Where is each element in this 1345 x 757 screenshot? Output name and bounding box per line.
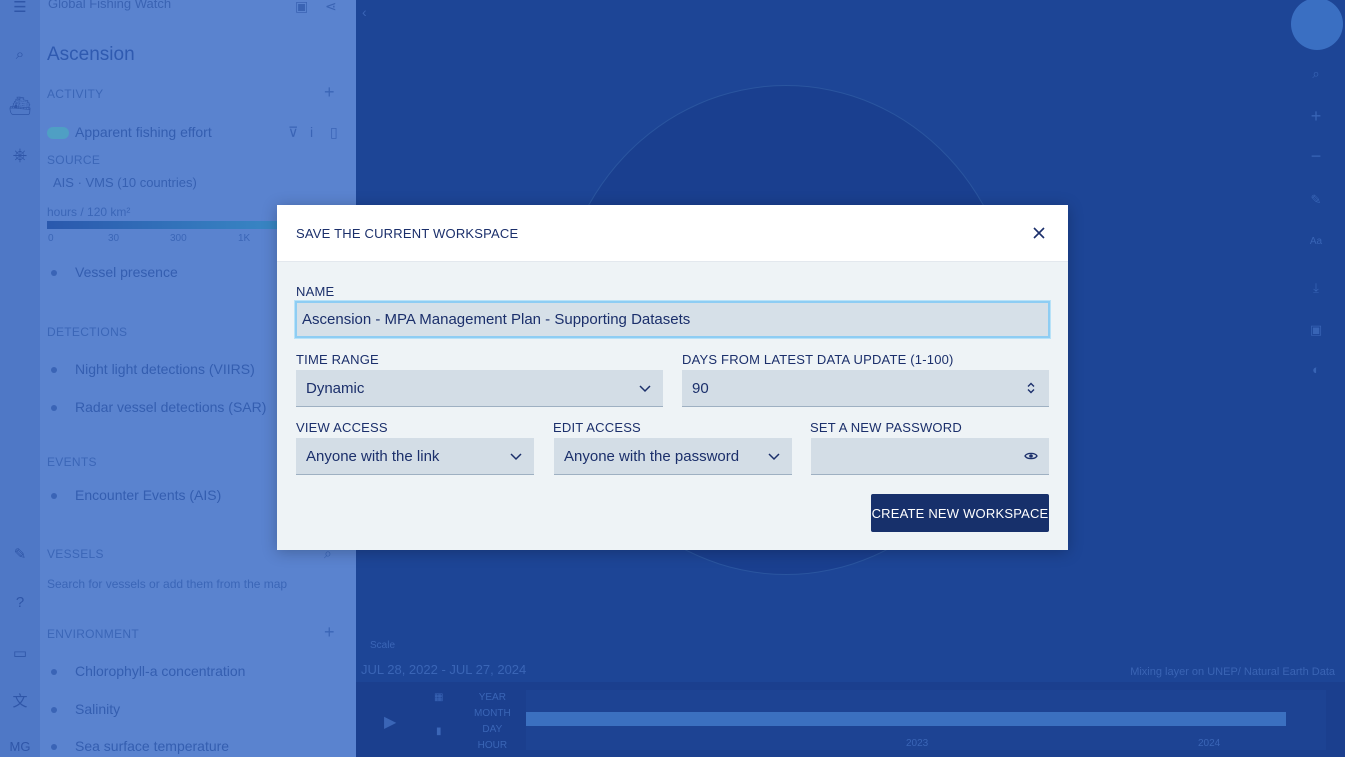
section-detections: DETECTIONS	[47, 325, 128, 339]
name-label: NAME	[296, 284, 335, 299]
zoom-out-icon[interactable]: −	[1305, 146, 1327, 167]
save-workspace-modal: SAVE THE CURRENT WORKSPACE NAME Ascensio…	[277, 205, 1068, 550]
app-logo: Global Fishing Watch	[48, 0, 172, 11]
scale-tick: 0	[48, 233, 54, 244]
filter-icon[interactable]: ⊽	[288, 124, 298, 141]
save-icon[interactable]: ▣	[295, 0, 308, 15]
source-heading: SOURCE	[47, 153, 101, 167]
map-search-icon[interactable]: ⌕	[1305, 66, 1327, 82]
edit-access-select[interactable]: Anyone with the password	[554, 438, 792, 475]
layer-viirs[interactable]: Night light detections (VIIRS)	[51, 361, 255, 377]
edit-access-value: Anyone with the password	[564, 447, 740, 465]
info-icon[interactable]: i	[310, 124, 313, 140]
time-range-label[interactable]: JUL 28, 2022 - JUL 27, 2024	[361, 662, 526, 677]
delete-icon[interactable]: ▯	[330, 124, 338, 141]
layer-vessel-presence[interactable]: Vessel presence	[51, 264, 178, 280]
layer-chlorophyll[interactable]: Chlorophyll-a concentration	[51, 663, 245, 679]
chat-icon[interactable]: ▭	[0, 644, 40, 662]
chevron-down-icon	[756, 449, 792, 463]
app-name: Global Fishing Watch	[48, 0, 172, 11]
user-avatar[interactable]: MG	[0, 739, 40, 754]
basemap-icon[interactable]: ◐	[1305, 362, 1327, 377]
year-tick: 2024	[1198, 738, 1221, 749]
layer-encounters[interactable]: Encounter Events (AIS)	[51, 487, 221, 503]
menu-icon[interactable]: ☰	[0, 0, 40, 16]
help-icon[interactable]: ?	[0, 594, 40, 611]
name-value: Ascension - MPA Management Plan - Suppor…	[302, 311, 691, 328]
res-month[interactable]: MONTH	[474, 706, 511, 722]
days-input[interactable]: 90	[682, 370, 1049, 407]
download-icon[interactable]: ⤓	[1305, 280, 1327, 296]
map-attribution: Mixing layer on UNEP/ Natural Earth Data	[1130, 666, 1335, 678]
modal-title: SAVE THE CURRENT WORKSPACE	[296, 226, 519, 241]
vessels-hint: Search for vessels or add them from the …	[47, 577, 288, 591]
scale-tick: 300	[170, 233, 187, 244]
layer-apparent-fishing-effort[interactable]: Apparent fishing effort	[47, 124, 212, 140]
play-icon[interactable]: ▶	[384, 712, 396, 732]
section-environment: ENVIRONMENT	[47, 627, 139, 641]
eye-icon[interactable]	[1013, 449, 1049, 463]
stepper-icon[interactable]	[1013, 381, 1049, 395]
days-value: 90	[692, 379, 709, 397]
layer-toggle[interactable]	[47, 127, 69, 140]
year-tick: 2023	[906, 738, 929, 749]
time-resolution-selector[interactable]: YEAR MONTH DAY HOUR	[474, 690, 511, 754]
chevron-down-icon	[498, 449, 534, 463]
color-scale-bar	[47, 221, 297, 229]
activity-graph[interactable]: 2023 2024	[526, 690, 1326, 750]
close-icon[interactable]	[1028, 222, 1050, 244]
collapse-sidebar-icon[interactable]: ‹	[362, 4, 367, 20]
password-input[interactable]	[811, 438, 1049, 475]
screenshot-icon[interactable]: ▣	[1305, 322, 1327, 338]
name-input[interactable]: Ascension - MPA Management Plan - Suppor…	[295, 301, 1050, 338]
workspace-title: Ascension	[47, 44, 135, 65]
view-access-value: Anyone with the link	[306, 447, 440, 465]
layer-salinity[interactable]: Salinity	[51, 701, 120, 717]
add-environment-icon[interactable]: +	[324, 622, 335, 643]
res-hour[interactable]: HOUR	[474, 738, 511, 754]
time-range-label: TIME RANGE	[296, 352, 379, 367]
mini-globe[interactable]	[1291, 0, 1343, 50]
res-year[interactable]: YEAR	[474, 690, 511, 706]
scale-tick: 30	[108, 233, 120, 244]
activity-graph-fill	[526, 712, 1286, 726]
section-activity: ACTIVITY	[47, 87, 104, 101]
view-access-select[interactable]: Anyone with the link	[296, 438, 534, 475]
layer-sar[interactable]: Radar vessel detections (SAR)	[51, 399, 266, 415]
edit-access-label: EDIT ACCESS	[553, 420, 641, 435]
ruler-icon[interactable]: ✎	[1305, 192, 1327, 208]
days-label: DAYS FROM LATEST DATA UPDATE (1-100)	[682, 352, 954, 367]
time-range-select[interactable]: Dynamic	[296, 370, 663, 407]
zoom-in-icon[interactable]: +	[1305, 106, 1327, 127]
scale-tick: 1K	[238, 233, 251, 244]
ship-wheel-icon[interactable]: ⎈	[0, 145, 40, 166]
time-range-value: Dynamic	[306, 379, 365, 397]
timebar-scale-label: Scale	[370, 640, 396, 651]
language-icon[interactable]: 文	[0, 690, 40, 711]
bookmark-icon[interactable]: ▮	[436, 726, 442, 737]
view-access-label: VIEW ACCESS	[296, 420, 388, 435]
source-tags: AIS · VMS (10 countries)	[53, 175, 197, 190]
fishing-activity-icon[interactable]: ⛴	[0, 96, 40, 117]
scale-units: hours / 120 km²	[47, 205, 131, 219]
calendar-icon[interactable]: ▦	[434, 692, 443, 703]
section-events: EVENTS	[47, 455, 97, 469]
add-activity-icon[interactable]: +	[324, 82, 335, 103]
share-icon[interactable]: ⋖	[325, 0, 337, 15]
section-vessels: VESSELS	[47, 547, 104, 561]
password-label: SET A NEW PASSWORD	[810, 420, 962, 435]
annotation-icon[interactable]: Aa	[1305, 236, 1327, 247]
search-icon[interactable]: ⌕	[0, 46, 40, 63]
layer-label: Apparent fishing effort	[75, 124, 212, 140]
layer-sst[interactable]: Sea surface temperature	[51, 738, 229, 754]
modal-header: SAVE THE CURRENT WORKSPACE	[277, 205, 1068, 262]
feedback-icon[interactable]: ✎	[0, 545, 40, 563]
icon-bar: ☰ ⌕ ⛴ ⎈ ✎ ? ▭ 文 MG	[0, 0, 40, 757]
chevron-down-icon	[627, 381, 663, 395]
res-day[interactable]: DAY	[474, 722, 511, 738]
timebar: ▶ ▦ ▮ YEAR MONTH DAY HOUR 2023 2024	[356, 682, 1345, 757]
create-workspace-button[interactable]: CREATE NEW WORKSPACE	[871, 494, 1049, 532]
